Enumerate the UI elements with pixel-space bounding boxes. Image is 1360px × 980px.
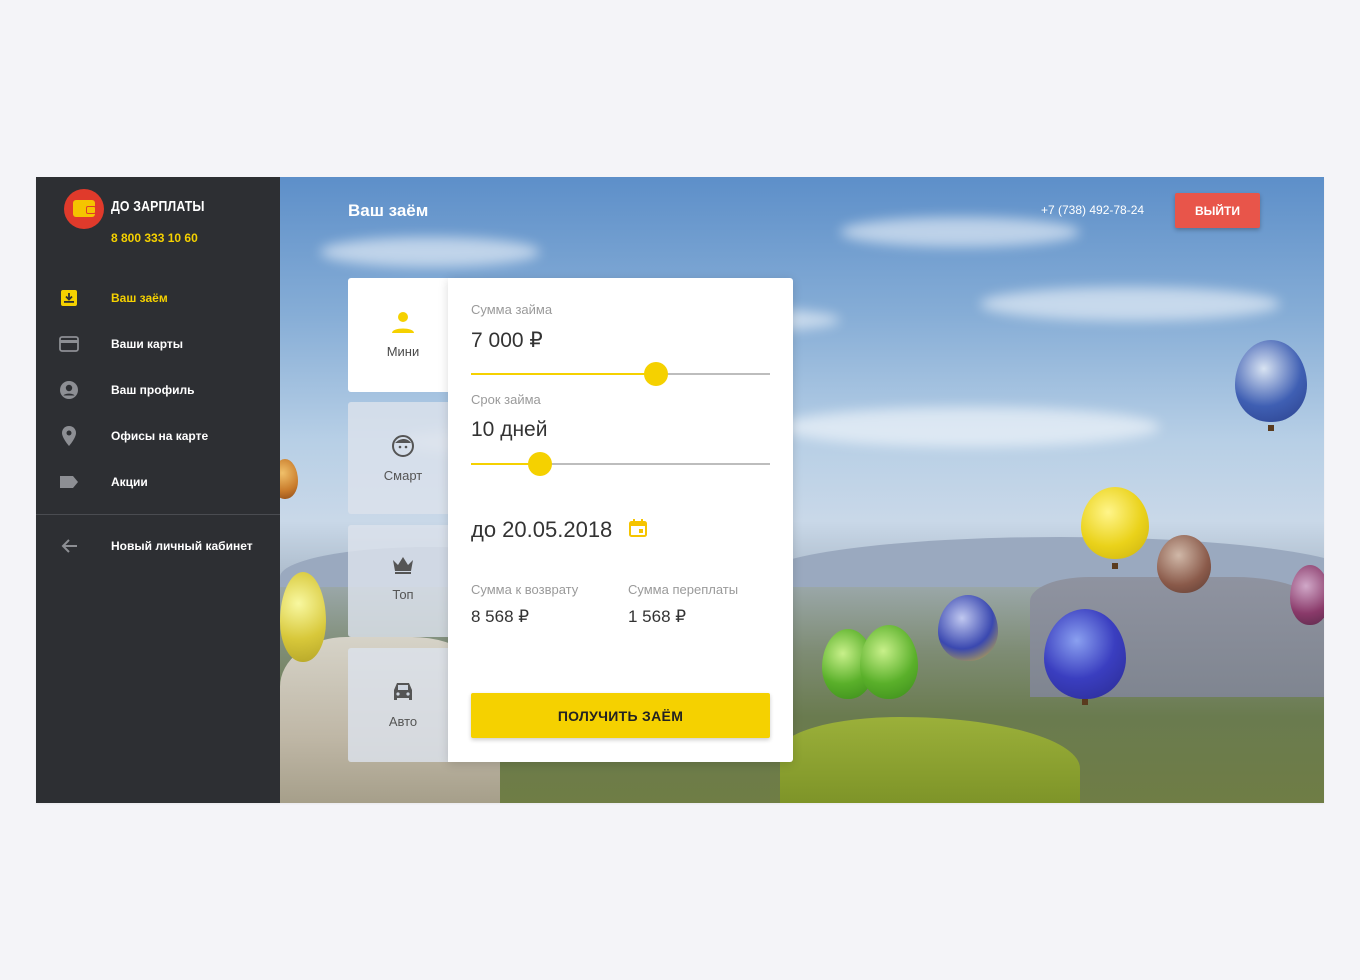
tab-label: Топ bbox=[392, 587, 414, 602]
download-box-icon bbox=[59, 288, 79, 308]
sidebar-item-label: Акции bbox=[111, 475, 148, 489]
credit-card-icon bbox=[59, 334, 79, 354]
car-icon bbox=[389, 678, 417, 706]
wallet-logo-icon[interactable] bbox=[64, 189, 104, 229]
amount-slider[interactable] bbox=[471, 362, 770, 386]
sidebar-item-label: Ваши карты bbox=[111, 337, 184, 351]
brand-phone[interactable]: 8 800 333 10 60 bbox=[111, 231, 198, 245]
sidebar-item-offices[interactable]: Офисы на карте bbox=[36, 413, 280, 459]
repay-value: 8 568 ₽ bbox=[471, 607, 530, 626]
sidebar-item-profile[interactable]: Ваш профиль bbox=[36, 367, 280, 413]
term-slider[interactable] bbox=[471, 452, 770, 476]
tab-mini[interactable]: Мини bbox=[348, 278, 458, 392]
map-pin-icon bbox=[59, 426, 79, 446]
tab-auto[interactable]: Авто bbox=[348, 648, 458, 762]
slider-fill bbox=[471, 373, 657, 375]
sidebar-item-promos[interactable]: Акции bbox=[36, 459, 280, 505]
tab-smart[interactable]: Смарт bbox=[348, 402, 458, 514]
tab-label: Мини bbox=[386, 344, 420, 359]
sidebar-item-cards[interactable]: Ваши карты bbox=[36, 321, 280, 367]
overpay-value: 1 568 ₽ bbox=[628, 607, 687, 626]
overpay-label: Сумма переплаты bbox=[628, 582, 739, 597]
sidebar-item-loan[interactable]: Ваш заём bbox=[36, 275, 280, 321]
sidebar-item-new-cabinet[interactable]: Новый личный кабинет bbox=[36, 523, 280, 569]
slider-thumb[interactable] bbox=[527, 452, 552, 476]
page-title: Ваш заём bbox=[348, 201, 429, 220]
face-icon bbox=[389, 432, 417, 460]
crown-icon bbox=[389, 551, 417, 579]
amount-label: Сумма займа bbox=[471, 302, 553, 317]
tab-label: Смарт bbox=[383, 468, 423, 483]
loan-card: Сумма займа 7 000 ₽ Срок займа 10 дней д… bbox=[448, 278, 793, 762]
tab-label: Авто bbox=[388, 714, 418, 729]
sidebar-item-label: Ваш профиль bbox=[111, 383, 195, 397]
sidebar: ДО ЗАРПЛАТЫ 8 800 333 10 60 Ваш заём Ваш… bbox=[36, 177, 280, 803]
sidebar-menu: Ваш заём Ваши карты Ваш профиль Офисы на… bbox=[36, 275, 280, 505]
sidebar-item-label: Офисы на карте bbox=[111, 429, 209, 443]
tab-top[interactable]: Топ bbox=[348, 525, 458, 637]
sidebar-item-label: Ваш заём bbox=[111, 291, 168, 305]
account-circle-icon bbox=[59, 380, 79, 400]
term-label: Срок займа bbox=[471, 392, 541, 407]
header-phone[interactable]: +7 (738) 492-78-24 bbox=[1041, 203, 1144, 217]
repay-label: Сумма к возврату bbox=[471, 582, 579, 597]
due-date-row: до 20.05.2018 bbox=[471, 517, 648, 543]
brand-name[interactable]: ДО ЗАРПЛАТЫ bbox=[111, 198, 205, 215]
person-icon bbox=[389, 308, 417, 336]
term-value: 10 дней bbox=[471, 418, 548, 441]
tag-icon bbox=[59, 472, 79, 492]
app-window: ДО ЗАРПЛАТЫ 8 800 333 10 60 Ваш заём Ваш… bbox=[36, 177, 1324, 803]
arrow-left-icon bbox=[59, 536, 79, 556]
slider-thumb[interactable] bbox=[644, 362, 669, 386]
logout-button[interactable]: ВЫЙТИ bbox=[1175, 193, 1260, 228]
sidebar-item-label: Новый личный кабинет bbox=[111, 539, 253, 553]
due-date: до 20.05.2018 bbox=[471, 517, 613, 542]
calendar-icon[interactable] bbox=[628, 518, 648, 543]
amount-value: 7 000 ₽ bbox=[471, 329, 543, 352]
hero-area: Ваш заём +7 (738) 492-78-24 ВЫЙТИ Мини С… bbox=[280, 177, 1324, 803]
get-loan-button[interactable]: ПОЛУЧИТЬ ЗАЁМ bbox=[471, 693, 770, 738]
sidebar-divider bbox=[36, 514, 280, 515]
